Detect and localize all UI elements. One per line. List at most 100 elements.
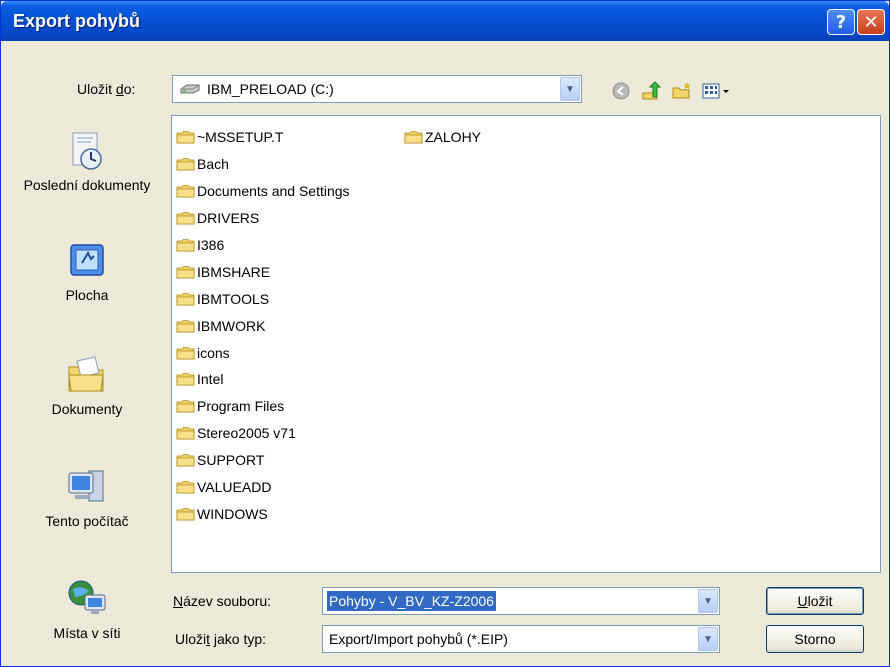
folder-name: IBMSHARE xyxy=(197,263,271,280)
folder-item[interactable]: Intel xyxy=(176,366,350,393)
view-menu-icon xyxy=(702,83,729,99)
folder-item[interactable]: DRIVERS xyxy=(176,205,350,232)
folder-name: Documents and Settings xyxy=(197,183,350,200)
folder-icon xyxy=(176,158,195,171)
filetype-label: Uložit jako typ: xyxy=(175,631,267,647)
folder-icon xyxy=(404,131,423,144)
my-computer-icon xyxy=(68,470,104,502)
filename-label: Název souboru: xyxy=(173,593,272,609)
help-button[interactable]: ? xyxy=(827,9,855,35)
save-accel: U xyxy=(797,593,808,609)
folder-icon xyxy=(176,427,195,440)
folder-icon xyxy=(176,292,195,306)
save-in-value: IBM_PRELOAD (C:) xyxy=(207,81,334,97)
help-icon: ? xyxy=(835,11,847,33)
place-label: Místa v síti xyxy=(53,625,121,641)
folder-name: WINDOWS xyxy=(197,505,268,522)
up-folder-button[interactable] xyxy=(641,81,663,101)
place-recent-documents[interactable]: Poslední dokumenty xyxy=(13,129,161,193)
folder-icon xyxy=(176,400,195,413)
chevron-down-icon[interactable]: ▼ xyxy=(698,627,718,651)
folder-name: SUPPORT xyxy=(197,452,265,469)
folder-item[interactable]: IBMWORK xyxy=(176,312,350,339)
folder-icon xyxy=(176,373,195,386)
folder-icon xyxy=(176,131,195,144)
save-in-dropdown[interactable]: IBM_PRELOAD (C:) ▼ xyxy=(172,75,582,103)
cancel-button[interactable]: Storno xyxy=(766,625,864,653)
folder-icon xyxy=(176,481,195,494)
place-network-places[interactable]: Místa v síti xyxy=(13,577,161,641)
folder-item[interactable]: IBMSHARE xyxy=(176,258,350,285)
folder-item[interactable]: WINDOWS xyxy=(176,500,350,527)
folder-icon xyxy=(176,319,195,333)
place-label: Tento počítač xyxy=(45,513,129,529)
new-folder-button[interactable] xyxy=(671,81,693,101)
place-documents[interactable]: Dokumenty xyxy=(13,353,161,417)
folder-name: Bach xyxy=(197,156,229,173)
folder-item[interactable]: Bach xyxy=(176,151,350,178)
folder-item[interactable]: Documents and Settings xyxy=(176,178,350,205)
folder-icon xyxy=(176,508,195,521)
hard-drive-icon xyxy=(180,84,200,94)
folder-name: DRIVERS xyxy=(197,210,260,227)
folder-item[interactable]: SUPPORT xyxy=(176,447,350,474)
filename-input[interactable]: Pohyby - V_BV_KZ-Z2006 ▼ xyxy=(322,587,720,615)
file-list[interactable]: ~MSSETUP.T Bach Documents and Settings DRIV… xyxy=(171,115,881,573)
folder-item[interactable]: Stereo2005 v71 xyxy=(176,420,350,447)
export-dialog: Export pohybů ? ✕ Uložit do: IBM_PRELOAD… xyxy=(0,0,890,667)
folder-item[interactable]: Program Files xyxy=(176,393,350,420)
view-menu-button[interactable] xyxy=(701,81,733,101)
folder-icon xyxy=(176,346,195,359)
folder-name: IBMTOOLS xyxy=(197,290,270,307)
back-button[interactable] xyxy=(610,81,632,101)
folder-name: IBMWORK xyxy=(197,317,266,334)
filetype-value: Export/Import pohybů (*.EIP) xyxy=(329,631,508,647)
dialog-title: Export pohybů xyxy=(13,11,140,31)
filename-dropdown-button[interactable]: ▼ xyxy=(697,588,719,614)
close-button[interactable]: ✕ xyxy=(857,9,885,35)
folder-item[interactable]: ~MSSETUP.T xyxy=(176,124,350,151)
save-label: ložit xyxy=(807,593,833,609)
filetype-dropdown[interactable]: Export/Import pohybů (*.EIP) ▼ xyxy=(322,625,720,653)
up-folder-icon xyxy=(642,81,662,100)
place-label: Poslední dokumenty xyxy=(23,177,151,193)
save-in-label: Uložit do: xyxy=(77,81,136,97)
folder-item[interactable]: icons xyxy=(176,339,350,366)
back-arrow-icon xyxy=(612,82,630,100)
folder-item[interactable]: IBMTOOLS xyxy=(176,285,350,312)
place-label: Dokumenty xyxy=(51,401,123,417)
folder-column: ZALOHY xyxy=(404,124,481,151)
my-documents-icon xyxy=(68,356,104,392)
folder-item[interactable]: VALUEADD xyxy=(176,474,350,501)
network-places-icon xyxy=(68,580,106,614)
places-bar: Poslední dokumenty Plocha Dokumenty Tent… xyxy=(13,117,161,661)
folder-icon xyxy=(176,265,195,279)
new-folder-icon xyxy=(672,82,691,99)
save-button[interactable]: Uložit xyxy=(766,587,864,615)
recent-documents-icon xyxy=(72,132,102,170)
folder-name: ~MSSETUP.T xyxy=(197,129,284,146)
folder-item[interactable]: ZALOHY xyxy=(404,124,481,151)
folder-column: ~MSSETUP.T Bach Documents and Settings DRIV… xyxy=(176,124,350,527)
cancel-label: Storno xyxy=(794,631,836,647)
folder-name: icons xyxy=(197,344,230,361)
place-label: Plocha xyxy=(65,287,109,303)
chevron-down-icon[interactable]: ▼ xyxy=(560,77,580,101)
folder-name: ZALOHY xyxy=(425,129,482,146)
place-desktop[interactable]: Plocha xyxy=(13,239,161,303)
folder-name: Intel xyxy=(197,371,224,388)
folder-icon xyxy=(176,185,195,198)
folder-name: VALUEADD xyxy=(197,479,272,496)
folder-name: I386 xyxy=(197,237,225,253)
place-my-computer[interactable]: Tento počítač xyxy=(13,465,161,529)
folder-icon xyxy=(176,454,195,467)
folder-item[interactable]: I386 xyxy=(176,232,350,259)
chevron-down-icon: ▼ xyxy=(698,589,718,613)
folder-name: Stereo2005 v71 xyxy=(197,425,296,442)
folder-icon xyxy=(176,239,195,252)
close-icon: ✕ xyxy=(863,11,879,33)
title-bar[interactable]: Export pohybů ? ✕ xyxy=(1,1,889,41)
folder-name: Program Files xyxy=(197,398,285,415)
folder-icon xyxy=(176,212,195,225)
filename-value[interactable]: Pohyby - V_BV_KZ-Z2006 xyxy=(327,591,496,611)
